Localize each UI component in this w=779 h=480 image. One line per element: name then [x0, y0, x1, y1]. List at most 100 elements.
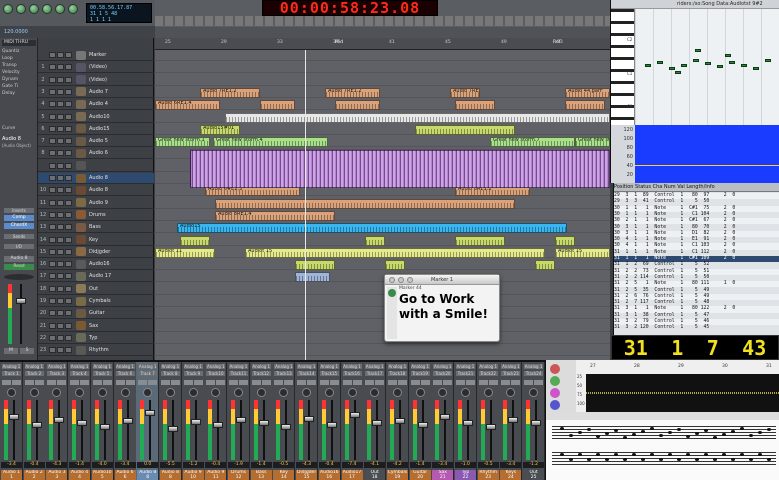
volume-fader[interactable]	[236, 417, 246, 423]
track-select[interactable]: Track20	[433, 371, 453, 376]
inspector-fader[interactable]	[16, 298, 26, 304]
channel-name[interactable]: Audio 9 10	[182, 470, 204, 480]
mute-button[interactable]	[49, 334, 56, 341]
mute-button[interactable]	[49, 347, 56, 354]
score-note[interactable]	[641, 430, 645, 433]
record-enable-button[interactable]	[65, 322, 72, 329]
record-enable-button[interactable]	[65, 261, 72, 268]
track-select[interactable]: Track13	[274, 371, 294, 376]
volume-fader[interactable]	[304, 416, 315, 422]
score-note[interactable]	[677, 428, 681, 431]
input-select[interactable]: Analog 1	[251, 364, 271, 369]
solo-button[interactable]	[352, 380, 362, 385]
pan-knob[interactable]	[256, 388, 266, 397]
input-select[interactable]: Analog 1	[433, 364, 453, 369]
input-select[interactable]: Analog 1	[501, 364, 521, 369]
track-header[interactable]: 1 (Video)	[38, 62, 154, 74]
mute-button[interactable]	[49, 273, 56, 280]
record-enable-button[interactable]	[65, 125, 72, 132]
channel-name[interactable]: Audio 9 11	[205, 470, 227, 480]
insert-slot-chord[interactable]: ChordX	[4, 223, 34, 229]
score-note[interactable]	[740, 427, 744, 430]
volume-fader[interactable]	[326, 422, 337, 428]
solo-button[interactable]	[284, 380, 294, 385]
mute-button[interactable]	[49, 113, 56, 120]
waveform-display[interactable]	[586, 374, 779, 412]
arrange-area[interactable]: 25 29 33 37 41 45 49 53 Mid Ref Audio 7RE1.2 Audio…	[155, 38, 610, 360]
tool-icon-3[interactable]	[550, 388, 560, 398]
midi-note[interactable]	[675, 71, 681, 74]
marker-text-field[interactable]: Go to Work with a Smile!	[399, 292, 497, 338]
solo-button[interactable]	[329, 380, 339, 385]
track-select[interactable]: Track 8	[160, 371, 180, 376]
play-button[interactable]	[42, 4, 52, 14]
mute-button[interactable]	[49, 125, 56, 132]
volume-fader[interactable]	[417, 422, 428, 428]
piano-keyboard[interactable]: C2 C1 C0	[611, 9, 635, 125]
volume-fader[interactable]	[281, 424, 292, 430]
mute-button[interactable]	[49, 101, 56, 108]
score-note[interactable]	[659, 458, 663, 461]
solo-button[interactable]	[57, 199, 64, 206]
midi-note[interactable]	[717, 65, 723, 68]
solo-button[interactable]	[57, 285, 64, 292]
region[interactable]: Audio 7RE1.2	[450, 87, 480, 98]
score-note[interactable]	[569, 458, 573, 461]
record-enable-button[interactable]	[65, 199, 72, 206]
mute-button[interactable]	[49, 211, 56, 218]
volume-fader[interactable]	[485, 424, 496, 430]
pan-knob[interactable]	[211, 388, 221, 397]
event-row[interactable]: 31 3 2 120 Control 1 5 45	[614, 325, 779, 331]
solo-button[interactable]	[57, 64, 64, 71]
solo-button[interactable]	[125, 380, 135, 385]
region[interactable]: Great new storm.7	[490, 137, 575, 148]
score-note[interactable]	[731, 430, 735, 433]
score-note[interactable]	[713, 436, 717, 439]
score-note[interactable]	[587, 458, 591, 461]
region[interactable]	[225, 112, 610, 123]
track-select[interactable]: Track 6	[115, 371, 135, 376]
mute-button[interactable]	[49, 199, 56, 206]
track-header[interactable]: 23 Rhythm	[38, 345, 154, 357]
track-header[interactable]: 6 Audio15	[38, 124, 154, 135]
score-note[interactable]	[767, 428, 771, 431]
pan-knob[interactable]	[120, 388, 130, 397]
volume-fader[interactable]	[77, 420, 88, 426]
channel-name[interactable]: Audio 44	[69, 470, 91, 480]
record-enable-button[interactable]	[65, 347, 72, 354]
solo-button[interactable]	[261, 380, 271, 385]
pan-knob[interactable]	[347, 388, 357, 397]
mute-button[interactable]	[49, 175, 56, 181]
minimize-icon[interactable]	[398, 277, 404, 283]
output-select[interactable]: Audio 8	[4, 256, 34, 262]
region[interactable]	[385, 260, 405, 271]
channel-name[interactable]: Out 18	[364, 470, 386, 480]
region[interactable]: Audio 8RE1.4	[215, 210, 335, 221]
track-select[interactable]: Track10	[206, 371, 226, 376]
pan-knob[interactable]	[143, 388, 153, 397]
record-enable-button[interactable]	[65, 273, 72, 280]
region[interactable]	[455, 100, 495, 111]
track-select[interactable]: Track11	[229, 371, 248, 376]
input-select[interactable]: Analog 1	[183, 364, 203, 369]
pan-knob[interactable]	[461, 388, 470, 397]
solo-button[interactable]	[216, 380, 226, 385]
mute-button[interactable]	[297, 380, 307, 385]
input-select[interactable]: Analog 1	[160, 364, 180, 369]
solo-button[interactable]	[57, 150, 64, 157]
score-note[interactable]	[623, 458, 627, 461]
channel-name[interactable]: Audio17 17	[341, 470, 363, 480]
input-select[interactable]: Analog 1	[365, 364, 385, 369]
stop-button[interactable]	[29, 4, 39, 14]
solo-button[interactable]	[57, 261, 64, 268]
mute-button[interactable]: M	[4, 348, 18, 354]
score-note[interactable]	[713, 458, 717, 461]
mute-button[interactable]	[49, 310, 56, 317]
score-note[interactable]	[749, 434, 753, 437]
mute-button[interactable]	[183, 380, 193, 385]
midi-note[interactable]	[695, 49, 701, 52]
solo-button[interactable]	[239, 380, 248, 385]
score-note[interactable]	[569, 434, 573, 437]
playhead[interactable]	[305, 50, 306, 360]
track-header[interactable]: 18 Out	[38, 284, 154, 295]
